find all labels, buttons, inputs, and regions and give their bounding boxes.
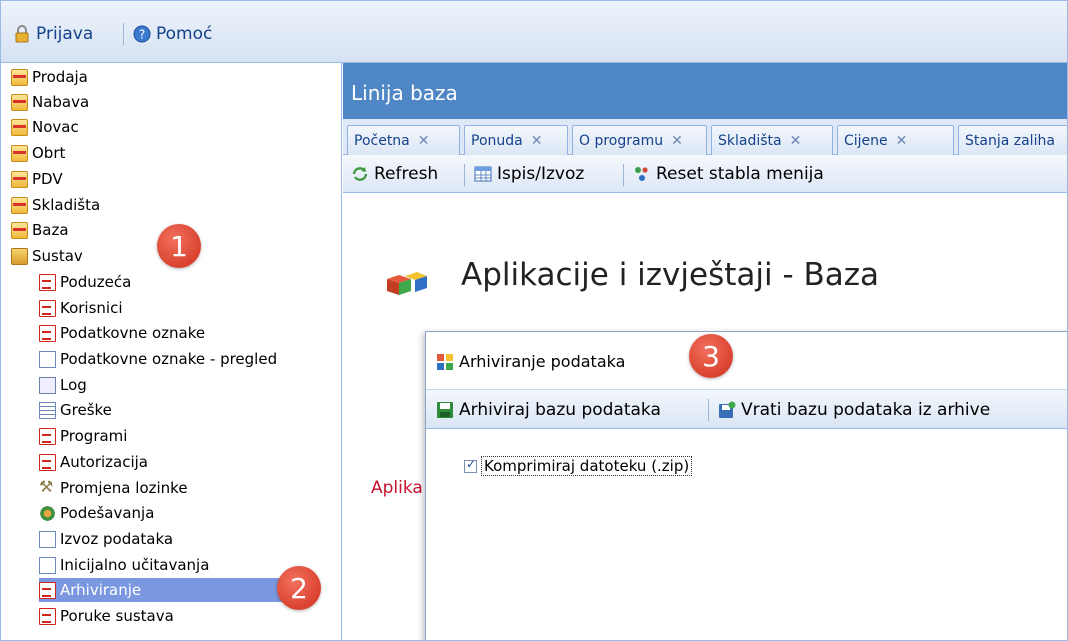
- panel-title: Linija baza: [343, 63, 1067, 119]
- tree-item-podatkovne-oznake-pregled[interactable]: Podatkovne oznake - pregled: [39, 347, 277, 371]
- tree-item-baza[interactable]: Baza: [11, 218, 69, 242]
- app-window: Prijava ? Pomoć Prodaja Nabava Novac Obr…: [0, 0, 1068, 641]
- restore-database-button[interactable]: Vrati bazu podataka iz arhive: [718, 399, 990, 421]
- help-button[interactable]: ? Pomoć: [133, 22, 212, 46]
- refresh-icon: [352, 167, 368, 181]
- document-icon: [39, 324, 56, 342]
- tree-item-promjena-lozinke[interactable]: Promjena lozinke: [39, 476, 188, 500]
- tree-item-greske[interactable]: Greške: [39, 398, 112, 422]
- document-icon: [39, 453, 56, 471]
- tree-item-skladista[interactable]: Skladišta: [11, 193, 100, 217]
- apps-cube-icon: [387, 272, 427, 295]
- close-icon[interactable]: ✕: [790, 133, 802, 149]
- folder-icon: [11, 170, 28, 188]
- log-icon: [39, 376, 56, 394]
- folder-icon: [11, 118, 28, 136]
- tree-item-nabava[interactable]: Nabava: [11, 90, 89, 114]
- tab-ponuda[interactable]: Ponuda ✕: [464, 125, 568, 155]
- restore-icon: [719, 401, 736, 418]
- login-label: Prijava: [36, 24, 94, 44]
- tree-item-log[interactable]: Log: [39, 373, 87, 397]
- document-icon: [39, 581, 56, 599]
- tree-item-podesavanja[interactable]: Podešavanja: [39, 501, 154, 525]
- settings-icon: [39, 504, 56, 522]
- tree-item-poduzeca[interactable]: Poduzeća: [39, 270, 131, 294]
- key-icon: [39, 477, 56, 497]
- blank-page-icon: [39, 350, 56, 368]
- tab-pocetna[interactable]: Početna ✕: [347, 125, 460, 155]
- folder-icon: [11, 196, 28, 214]
- document-icon: [39, 273, 56, 291]
- tree-item-korisnici[interactable]: Korisnici: [39, 296, 123, 320]
- help-icon: ?: [133, 25, 151, 43]
- save-icon: [437, 402, 453, 418]
- callout-1: 1: [157, 224, 201, 268]
- refresh-button[interactable]: Refresh: [351, 163, 438, 185]
- document-icon: [39, 607, 56, 625]
- panel-toolbar: Refresh Ispis/Izvoz Reset stabla menija: [343, 155, 1067, 193]
- tab-cijene[interactable]: Cijene ✕: [837, 125, 954, 155]
- blank-page-icon: [39, 530, 56, 548]
- close-icon[interactable]: ✕: [671, 133, 683, 149]
- archive-window-icon: [437, 353, 453, 370]
- reset-tree-icon: [635, 167, 648, 181]
- partial-link-text[interactable]: Aplika: [371, 478, 423, 498]
- tab-strip: Početna ✕ Ponuda ✕ O programu ✕ Skladišta ✕ …: [343, 119, 1067, 155]
- tab-stanja-zaliha[interactable]: Stanja zaliha: [958, 125, 1067, 155]
- tab-skladista[interactable]: Skladišta ✕: [711, 125, 833, 155]
- dialog-toolbar: Arhiviraj bazu podataka Vrati bazu podat…: [426, 389, 1067, 429]
- page-heading: Aplikacije i izvještaji - Baza: [461, 257, 880, 293]
- checkbox-icon[interactable]: [464, 457, 477, 473]
- close-icon[interactable]: ✕: [896, 133, 908, 149]
- tree-item-inicijalno-ucitavanja[interactable]: Inicijalno učitavanja: [39, 553, 209, 577]
- blank-page-icon: [39, 556, 56, 574]
- dialog-header: Arhiviranje podataka: [426, 332, 1067, 388]
- toolbar-divider: [464, 164, 465, 186]
- tree-item-novac[interactable]: Novac: [11, 115, 79, 139]
- tree-item-arhiviranje[interactable]: Arhiviranje: [39, 578, 291, 602]
- folder-icon: [11, 93, 28, 111]
- dialog-title: Arhiviranje podataka: [436, 352, 625, 371]
- tree-item-pdv[interactable]: PDV: [11, 167, 63, 191]
- document-icon: [39, 299, 56, 317]
- toolbar-divider: [708, 399, 709, 421]
- archive-database-button[interactable]: Arhiviraj bazu podataka: [436, 399, 661, 421]
- folder-icon: [11, 68, 28, 86]
- tree-item-izvoz-podataka[interactable]: Izvoz podataka: [39, 527, 173, 551]
- tree-item-podatkovne-oznake[interactable]: Podatkovne oznake: [39, 321, 205, 345]
- folder-icon: [11, 144, 28, 162]
- lock-icon: [15, 25, 29, 43]
- document-icon: [39, 427, 56, 445]
- toolbar-divider: [623, 164, 624, 186]
- tree-item-sustav[interactable]: Sustav: [11, 244, 83, 268]
- tree-item-obrt[interactable]: Obrt: [11, 141, 65, 165]
- tab-o-programu[interactable]: O programu ✕: [572, 125, 707, 155]
- compress-zip-checkbox[interactable]: Komprimiraj datoteku (.zip): [464, 456, 693, 476]
- callout-2: 2: [277, 566, 321, 610]
- close-icon[interactable]: ✕: [531, 133, 543, 149]
- top-toolbar: Prijava ? Pomoć: [1, 1, 1067, 63]
- tree-item-programi[interactable]: Programi: [39, 424, 127, 448]
- reset-menu-tree-button[interactable]: Reset stabla menija: [633, 163, 824, 185]
- close-icon[interactable]: ✕: [418, 133, 430, 149]
- tree-item-poruke-sustava[interactable]: Poruke sustava: [39, 604, 174, 628]
- archive-dialog: Arhiviranje podataka Arhiviraj bazu poda…: [425, 331, 1067, 640]
- print-export-button[interactable]: Ispis/Izvoz: [474, 163, 584, 185]
- callout-3: 3: [689, 334, 733, 378]
- toolbar-divider: [123, 23, 124, 45]
- folder-icon: [11, 221, 28, 239]
- table-icon: [474, 166, 492, 182]
- navigation-tree: Prodaja Nabava Novac Obrt PDV Skladišta …: [1, 63, 342, 640]
- tree-item-autorizacija[interactable]: Autorizacija: [39, 450, 148, 474]
- open-folder-icon: [11, 247, 28, 265]
- svg-text:?: ?: [139, 28, 145, 42]
- grid-icon: [39, 401, 56, 419]
- login-button[interactable]: Prijava: [13, 22, 93, 46]
- tree-item-prodaja[interactable]: Prodaja: [11, 65, 88, 89]
- help-label: Pomoć: [156, 24, 213, 44]
